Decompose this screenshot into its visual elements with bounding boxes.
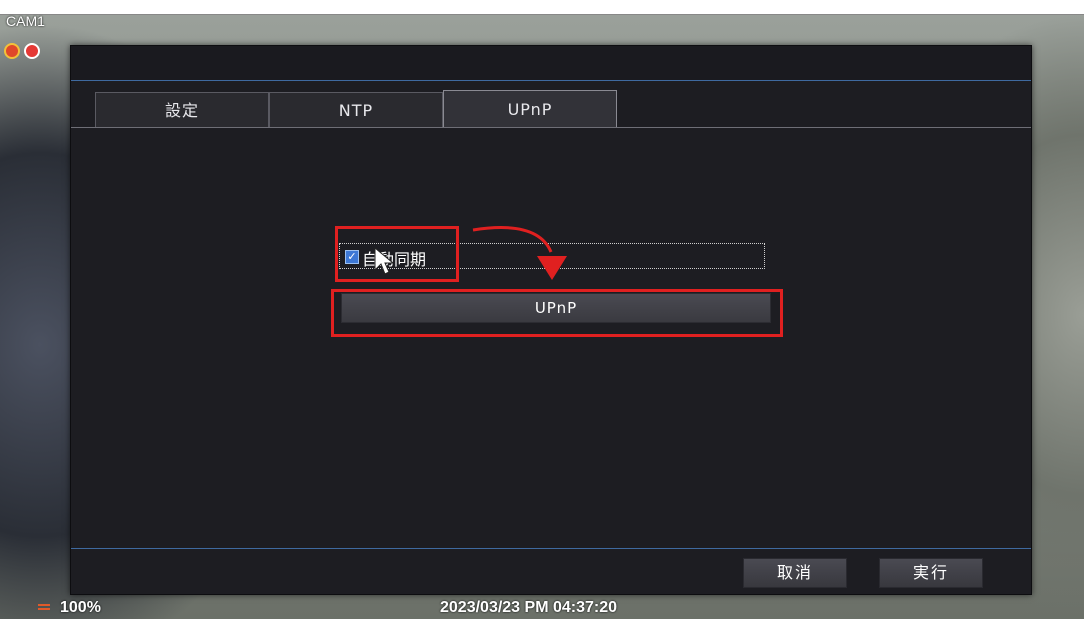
datetime-display: 2023/03/23 PM 04:37:20: [440, 599, 618, 616]
footer-divider: [71, 548, 1031, 549]
execute-button[interactable]: 実行: [879, 558, 983, 588]
cancel-button[interactable]: 取消: [743, 558, 847, 588]
settings-dialog: 設定 NTP UPnP ✓ 自動同期 UPnP 取消 実行: [70, 45, 1032, 595]
tab-upnp[interactable]: UPnP: [443, 90, 617, 128]
mouse-cursor-icon: [374, 246, 395, 275]
camera-status-icons: [4, 43, 40, 59]
annotation-arrow-icon: [472, 226, 567, 280]
tab-ntp[interactable]: NTP: [269, 92, 443, 128]
zoom-icon: [38, 604, 50, 614]
top-strip: [0, 0, 1084, 15]
status-bar: 100% 2023/03/23 PM 04:37:20: [0, 597, 1084, 619]
button-highlight-box: [331, 289, 783, 337]
record-icon: [24, 43, 40, 59]
checkbox-highlight-box: [335, 226, 459, 282]
tab-settings[interactable]: 設定: [95, 92, 269, 128]
tab-bar: 設定 NTP UPnP: [95, 90, 617, 128]
dialog-header: [71, 46, 1031, 81]
record-schedule-icon: [4, 43, 20, 59]
camera-label: CAM1: [6, 13, 45, 29]
tab-divider: [71, 127, 1031, 128]
zoom-level: 100%: [60, 599, 101, 616]
